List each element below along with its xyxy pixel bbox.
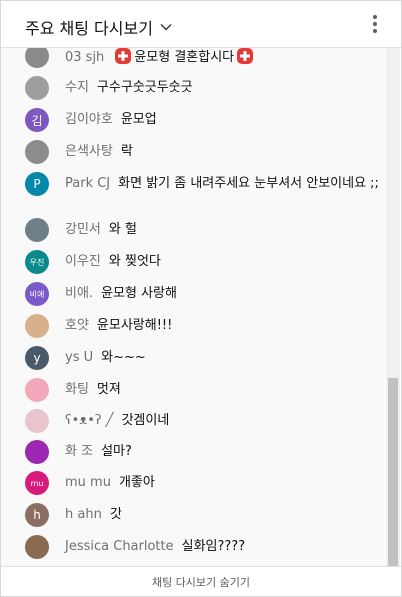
message-text: 윤모형 사랑해	[101, 286, 177, 301]
scrollbar-thumb[interactable]	[388, 378, 398, 566]
chat-message[interactable]: 강민서 와 헐	[1, 218, 385, 242]
author-name[interactable]: 화 조	[65, 444, 93, 459]
avatar[interactable]	[25, 378, 49, 402]
chat-message[interactable]: 김 김이야호 윤모업	[1, 108, 385, 132]
avatar[interactable]: 우진	[25, 250, 49, 274]
chat-message-body: 화 조 설마?	[65, 440, 132, 460]
chat-message[interactable]: 비애 비애. 윤모형 사랑해	[1, 282, 385, 306]
chat-mode-selector[interactable]: 주요 채팅 다시보기	[25, 15, 173, 39]
chat-message-body: 강민서 와 헐	[65, 218, 137, 238]
chat-message-body: 03 sjh 윤모형 결혼합시다	[65, 48, 256, 66]
author-name[interactable]: 김이야호	[65, 112, 113, 127]
chat-message-body: mu mu 개좋아	[65, 471, 155, 491]
chat-message-body: 비애. 윤모형 사랑해	[65, 282, 177, 302]
message-text: 갓겜이네	[121, 413, 170, 428]
chat-message-body: ys U 와~~~	[65, 346, 146, 366]
author-name[interactable]: Jessica Charlotte	[65, 539, 174, 554]
author-name[interactable]: 이우진	[65, 254, 101, 269]
chat-message[interactable]: 은색사탕 락	[1, 140, 385, 164]
message-text: 실화임????	[181, 539, 246, 554]
chat-message[interactable]: 수지 구수구숫긋두숫긋	[1, 76, 385, 100]
chat-message-body: 이우진 와 찢엇다	[65, 250, 161, 270]
avatar[interactable]	[25, 76, 49, 100]
message-text: 설마?	[101, 444, 132, 459]
message-text: 멋져	[96, 382, 121, 397]
message-text: 락	[120, 144, 133, 159]
chat-message-body: 호얏 윤모사랑해!!!	[65, 314, 172, 334]
chat-mode-label: 주요 채팅 다시보기	[25, 19, 153, 38]
chat-message[interactable]: Jessica Charlotte 실화임????	[1, 535, 385, 559]
message-text: 와~~~	[101, 350, 146, 365]
author-name[interactable]: ys U	[65, 350, 93, 365]
chat-message-body: Park CJ 화면 밝기 좀 내려주세요 눈부셔서 안보이네요 ;;	[65, 172, 379, 192]
message-text: 와 헐	[108, 222, 137, 237]
avatar[interactable]	[25, 535, 49, 559]
chat-message-body: 화팅 멋져	[65, 378, 121, 398]
avatar[interactable]	[25, 409, 49, 433]
avatar[interactable]: mu	[25, 471, 49, 495]
author-name[interactable]: 은색사탕	[65, 144, 113, 159]
avatar[interactable]	[25, 440, 49, 464]
chat-message[interactable]: h h ahn 갓	[1, 503, 385, 527]
chat-message-body: 은색사탕 락	[65, 140, 133, 160]
chat-scrollbar[interactable]	[386, 48, 400, 566]
author-name[interactable]: 03 sjh	[65, 50, 104, 65]
author-name[interactable]: mu mu	[65, 475, 111, 490]
chevron-down-icon	[160, 24, 172, 31]
chat-message[interactable]: mu mu mu 개좋아	[1, 471, 385, 495]
chat-message-list[interactable]: 03 sjh 윤모형 결혼합시다 수지 구수구숫긋두숫긋 김 김이야호 윤모업 은색사탕 락 P P…	[1, 48, 385, 566]
chat-message-body: 김이야호 윤모업	[65, 108, 157, 128]
message-text: 윤모형 결혼합시다	[134, 50, 235, 65]
author-name[interactable]: Park CJ	[65, 176, 110, 191]
chat-message[interactable]: 화팅 멋져	[1, 378, 385, 402]
message-text: 윤모업	[120, 112, 157, 127]
avatar[interactable]	[25, 218, 49, 242]
chat-message[interactable]: 화 조 설마?	[1, 440, 385, 464]
chat-message-body: Jessica Charlotte 실화임????	[65, 535, 245, 555]
avatar[interactable]: y	[25, 346, 49, 370]
chat-message[interactable]: 우진 이우진 와 찢엇다	[1, 250, 385, 274]
avatar[interactable]: 비애	[25, 282, 49, 306]
avatar[interactable]	[25, 48, 49, 68]
avatar[interactable]	[25, 314, 49, 338]
chat-message[interactable]: 03 sjh 윤모형 결혼합시다	[1, 48, 385, 68]
swiss-cross-emoji-icon	[115, 48, 132, 64]
author-name[interactable]: 화팅	[65, 382, 89, 397]
message-text: 갓	[109, 507, 122, 522]
chat-message-body: ʕ•ᴥ•ʔ ╱ 갓겜이네	[65, 409, 169, 429]
message-text: 구수구숫긋두숫긋	[96, 80, 193, 95]
author-name[interactable]: 강민서	[65, 222, 101, 237]
chat-message[interactable]: y ys U 와~~~	[1, 346, 385, 370]
avatar[interactable]: 김	[25, 108, 49, 132]
message-text: 화면 밝기 좀 내려주세요 눈부셔서 안보이네요 ;;	[118, 176, 379, 191]
author-name[interactable]: h ahn	[65, 507, 102, 522]
avatar[interactable]: P	[25, 172, 49, 196]
author-name[interactable]: 호얏	[65, 318, 89, 333]
message-text: 윤모사랑해!!!	[96, 318, 173, 333]
swiss-cross-emoji-icon	[237, 48, 254, 64]
chat-header: 주요 채팅 다시보기	[1, 1, 401, 48]
author-name[interactable]: 수지	[65, 80, 89, 95]
hide-chat-replay-label: 채팅 다시보기 숨기기	[151, 575, 251, 589]
chat-message[interactable]: P Park CJ 화면 밝기 좀 내려주세요 눈부셔서 안보이네요 ;;	[1, 172, 385, 196]
message-text: 와 찢엇다	[108, 254, 161, 269]
chat-message[interactable]: ʕ•ᴥ•ʔ ╱ 갓겜이네	[1, 409, 385, 433]
chat-message-body: 수지 구수구숫긋두숫긋	[65, 76, 193, 96]
hide-chat-replay-button[interactable]: 채팅 다시보기 숨기기	[1, 566, 401, 596]
avatar[interactable]: h	[25, 503, 49, 527]
author-name[interactable]: 비애.	[65, 286, 93, 301]
chat-message[interactable]: 호얏 윤모사랑해!!!	[1, 314, 385, 338]
message-text: 개좋아	[118, 475, 155, 490]
avatar[interactable]	[25, 140, 49, 164]
author-name[interactable]: ʕ•ᴥ•ʔ ╱	[65, 413, 113, 428]
chat-message-body: h ahn 갓	[65, 503, 122, 523]
more-vert-icon[interactable]	[371, 15, 379, 35]
